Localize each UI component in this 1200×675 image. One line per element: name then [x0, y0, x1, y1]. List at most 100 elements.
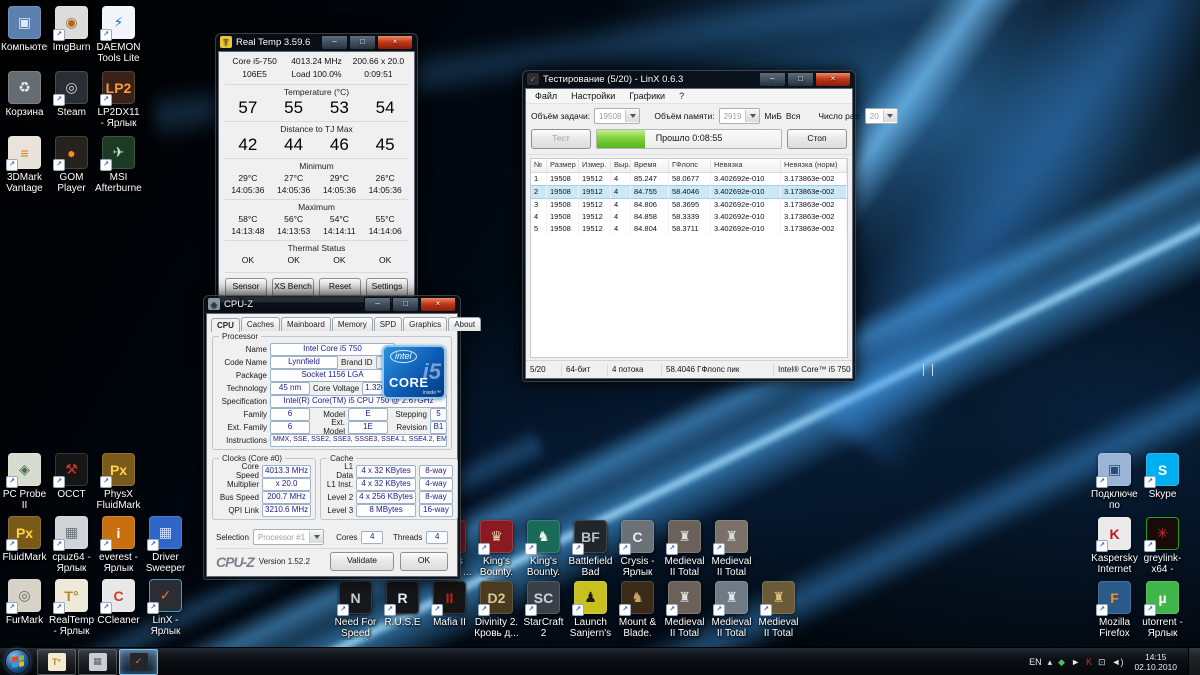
cpuz-tab[interactable]: About [448, 317, 481, 331]
minimize-button[interactable]: – [321, 35, 348, 50]
desktop-icon-linx[interactable]: ✓ ↗ LinX - Ярлык [142, 579, 189, 637]
tray-pointer-icon[interactable]: ► [1071, 657, 1080, 667]
cpuz-tab[interactable]: SPD [374, 317, 402, 331]
taskbar-realtemp-button[interactable]: T° [37, 649, 76, 675]
test-button[interactable]: Тест [531, 129, 591, 149]
desktop-icon-cpuz64[interactable]: ▦ ↗ cpuz64 - Ярлык [48, 516, 95, 574]
desktop-icon-msi-afterburner[interactable]: ✈ ↗ MSI Afterburner [95, 136, 142, 201]
maximize-button[interactable]: □ [787, 72, 814, 87]
desktop-icon-driver-sweeper[interactable]: ▦ ↗ Driver Sweeper [142, 516, 189, 574]
menu-settings[interactable]: Настройки [564, 90, 622, 102]
linx-statusbar: 5/20 64-бит 4 потока 58.4046 ГФлопс пик … [526, 360, 852, 378]
menu-help[interactable]: ? [672, 90, 691, 102]
table-row[interactable]: 5 19508 19512 4 84.804 58.3711 3.402692e… [531, 223, 847, 235]
desktop-icon-kings-bounty-2[interactable]: ♛ ↗ King's Bounty. Пр... [473, 520, 520, 579]
desktop-icon-divinity2[interactable]: D2 ↗ Divinity 2. Кровь д... [473, 581, 520, 640]
desktop-icon-kings-bounty-3[interactable]: ♞ ↗ King's Bounty. Пе... [520, 520, 567, 579]
desktop-icon-medieval-3[interactable]: ♜ ↗ Medieval II Total War [661, 581, 708, 640]
all-memory-option[interactable]: Вся [786, 111, 801, 121]
taskbar-app-icon: T° [48, 653, 66, 671]
cpuz-tab[interactable]: CPU [211, 318, 240, 332]
linx-titlebar[interactable]: ✓ Тестирование (5/20) - LinX 0.6.3 – □ × [525, 70, 853, 88]
desktop-icon-fluidmark[interactable]: Px ↗ FluidMark [1, 516, 48, 574]
desktop-icon-gom-player[interactable]: ● ↗ GOM Player [48, 136, 95, 201]
app-icon: ♜ ↗ [668, 520, 701, 553]
desktop-icon-greylink[interactable]: ✳ ↗ greylink-x64 - Ярлык [1139, 517, 1186, 581]
taskbar-clock[interactable]: 14:15 02.10.2010 [1129, 652, 1182, 672]
desktop-icon-pc-probe[interactable]: ◈ ↗ PC Probe II V1.04.86 [1, 453, 48, 512]
maximize-button[interactable]: □ [349, 35, 376, 50]
desktop-icon-everest[interactable]: i ↗ everest - Ярлык [95, 516, 142, 574]
desktop-icon-imgburn[interactable]: ◉ ↗ ImgBurn [48, 6, 95, 71]
desktop-icon-occt[interactable]: ⚒ ↗ OCCT [48, 453, 95, 512]
close-button[interactable]: × [377, 35, 413, 50]
minimize-button[interactable]: – [759, 72, 786, 87]
ok-button[interactable]: OK [400, 552, 448, 571]
tray-volume-icon[interactable]: ◄) [1112, 657, 1124, 667]
stop-button[interactable]: Стоп [787, 129, 847, 149]
desktop-icon-medieval-5[interactable]: ♜ ↗ Medieval II Total Wa... [755, 581, 802, 640]
cpuz-titlebar[interactable]: ◆ CPU-Z – □ × [206, 295, 458, 313]
desktop-icon-crysis[interactable]: C ↗ Crysis - Ярлык [614, 520, 661, 579]
desktop-icon-utorrent[interactable]: µ ↗ utorrent - Ярлык [1139, 581, 1186, 645]
cpuz-tab[interactable]: Memory [332, 317, 373, 331]
cpuz-tab[interactable]: Mainboard [281, 317, 331, 331]
desktop-icon-lp2dx11[interactable]: LP2 ↗ LP2DX11 - Ярлык [95, 71, 142, 136]
desktop-icon-mount-blade[interactable]: ♞ ↗ Mount & Blade. Эпо... [614, 581, 661, 640]
menu-file[interactable]: Файл [528, 90, 564, 102]
cpuz-tab[interactable]: Graphics [403, 317, 447, 331]
desktop-icon-starcraft2[interactable]: SC ↗ StarCraft 2 [520, 581, 567, 640]
processor-select[interactable]: Processor #1 [253, 529, 324, 545]
runs-select[interactable]: 20 [865, 108, 898, 124]
desktop-icon-ccleaner[interactable]: C ↗ CCleaner [95, 579, 142, 637]
tray-network-icon[interactable]: ⊡ [1098, 657, 1106, 667]
validate-button[interactable]: Validate [330, 552, 394, 571]
desktop-icon-realtemp[interactable]: T° ↗ RealTemp - Ярлык [48, 579, 95, 637]
taskbar-linx-button[interactable]: ✓ [119, 649, 158, 675]
table-row[interactable]: 4 19508 19512 4 84.858 58.3339 3.402692e… [531, 211, 847, 223]
realtemp-titlebar[interactable]: T Real Temp 3.59.6 – □ × [218, 33, 415, 51]
qpi-link-field: 3210.6 MHz [262, 504, 311, 517]
cpuz-tab[interactable]: Caches [241, 317, 280, 331]
desktop-icon-skype[interactable]: S ↗ Skype [1139, 453, 1186, 517]
language-indicator[interactable]: EN [1029, 657, 1042, 667]
table-row[interactable]: 3 19508 19512 4 84.806 58.3695 3.402692e… [531, 199, 847, 211]
show-desktop-button[interactable] [1188, 648, 1200, 675]
close-button[interactable]: × [815, 72, 851, 87]
desktop-icon-mafia2[interactable]: II ↗ Mafia II [426, 581, 473, 640]
core2-distance: 46 [317, 135, 363, 155]
desktop-icon-ruse[interactable]: R ↗ R.U.S.E [379, 581, 426, 640]
taskbar-cpuz-button[interactable]: ▦ [78, 649, 117, 675]
desktop-icon-battlefield[interactable]: BF ↗ Battlefield Bad Comp... [567, 520, 614, 579]
desktop-icon-steam[interactable]: ◎ ↗ Steam [48, 71, 95, 136]
tray-expand-icon[interactable]: ▴ [1048, 657, 1053, 667]
desktop-icon-sanjern[interactable]: ♟ ↗ Launch Sanjern's C... [567, 581, 614, 640]
memory-select[interactable]: 2919 [719, 108, 761, 124]
tray-green-utility-icon[interactable]: ◆ [1058, 657, 1065, 667]
minimize-button[interactable]: – [364, 297, 391, 312]
desktop-icon-physx-fluidmark[interactable]: Px ↗ PhysX FluidMark [95, 453, 142, 512]
dropdown-arrow-icon [625, 110, 639, 122]
desktop-icon-recycle-bin[interactable]: ♻ Корзина [1, 71, 48, 136]
desktop-icon-daemon-tools[interactable]: ⚡ ↗ DAEMON Tools Lite [95, 6, 142, 71]
close-button[interactable]: × [420, 297, 456, 312]
desktop-icon-computer[interactable]: ▣ Компьютер [1, 6, 48, 71]
problem-size-select[interactable]: 19508 [594, 108, 640, 124]
desktop-icon-kaspersky[interactable]: K ↗ Kaspersky Internet Se... [1091, 517, 1138, 581]
desktop-icon-medieval-1[interactable]: ♜ ↗ Medieval II Total Wa... [661, 520, 708, 579]
desktop-icon-medieval-2[interactable]: ♜ ↗ Medieval II Total Wa... [708, 520, 755, 579]
desktop-icon-medieval-4[interactable]: ♜ ↗ Medieval II Total Wa... [708, 581, 755, 640]
desktop-icon-lan-connection[interactable]: ▣ ↗ Подключе... по локальн... [1091, 453, 1138, 517]
maximize-button[interactable]: □ [392, 297, 419, 312]
desktop-icon-3dmark-vantage[interactable]: ≡ ↗ 3DMark Vantage [1, 136, 48, 201]
desktop-icon-nfs-world[interactable]: N ↗ Need For Speed World [332, 581, 379, 640]
table-row[interactable]: 2 19508 19512 4 84.755 58.4046 3.402692e… [531, 185, 847, 199]
icon-label: Divinity 2. Кровь д... [473, 617, 520, 639]
desktop-icons-games-2: N ↗ Need For Speed World R ↗ R.U.S.E II … [332, 581, 802, 640]
tray-kaspersky-icon[interactable]: K [1086, 657, 1092, 667]
start-button[interactable] [5, 649, 30, 674]
menu-graphs[interactable]: Графики [622, 90, 672, 102]
desktop-icon-furmark[interactable]: ◎ ↗ FurMark [1, 579, 48, 637]
desktop-icon-firefox[interactable]: F ↗ Mozilla Firefox 4... [1091, 581, 1138, 645]
table-row[interactable]: 1 19508 19512 4 85.247 58.0677 3.402692e… [531, 173, 847, 185]
